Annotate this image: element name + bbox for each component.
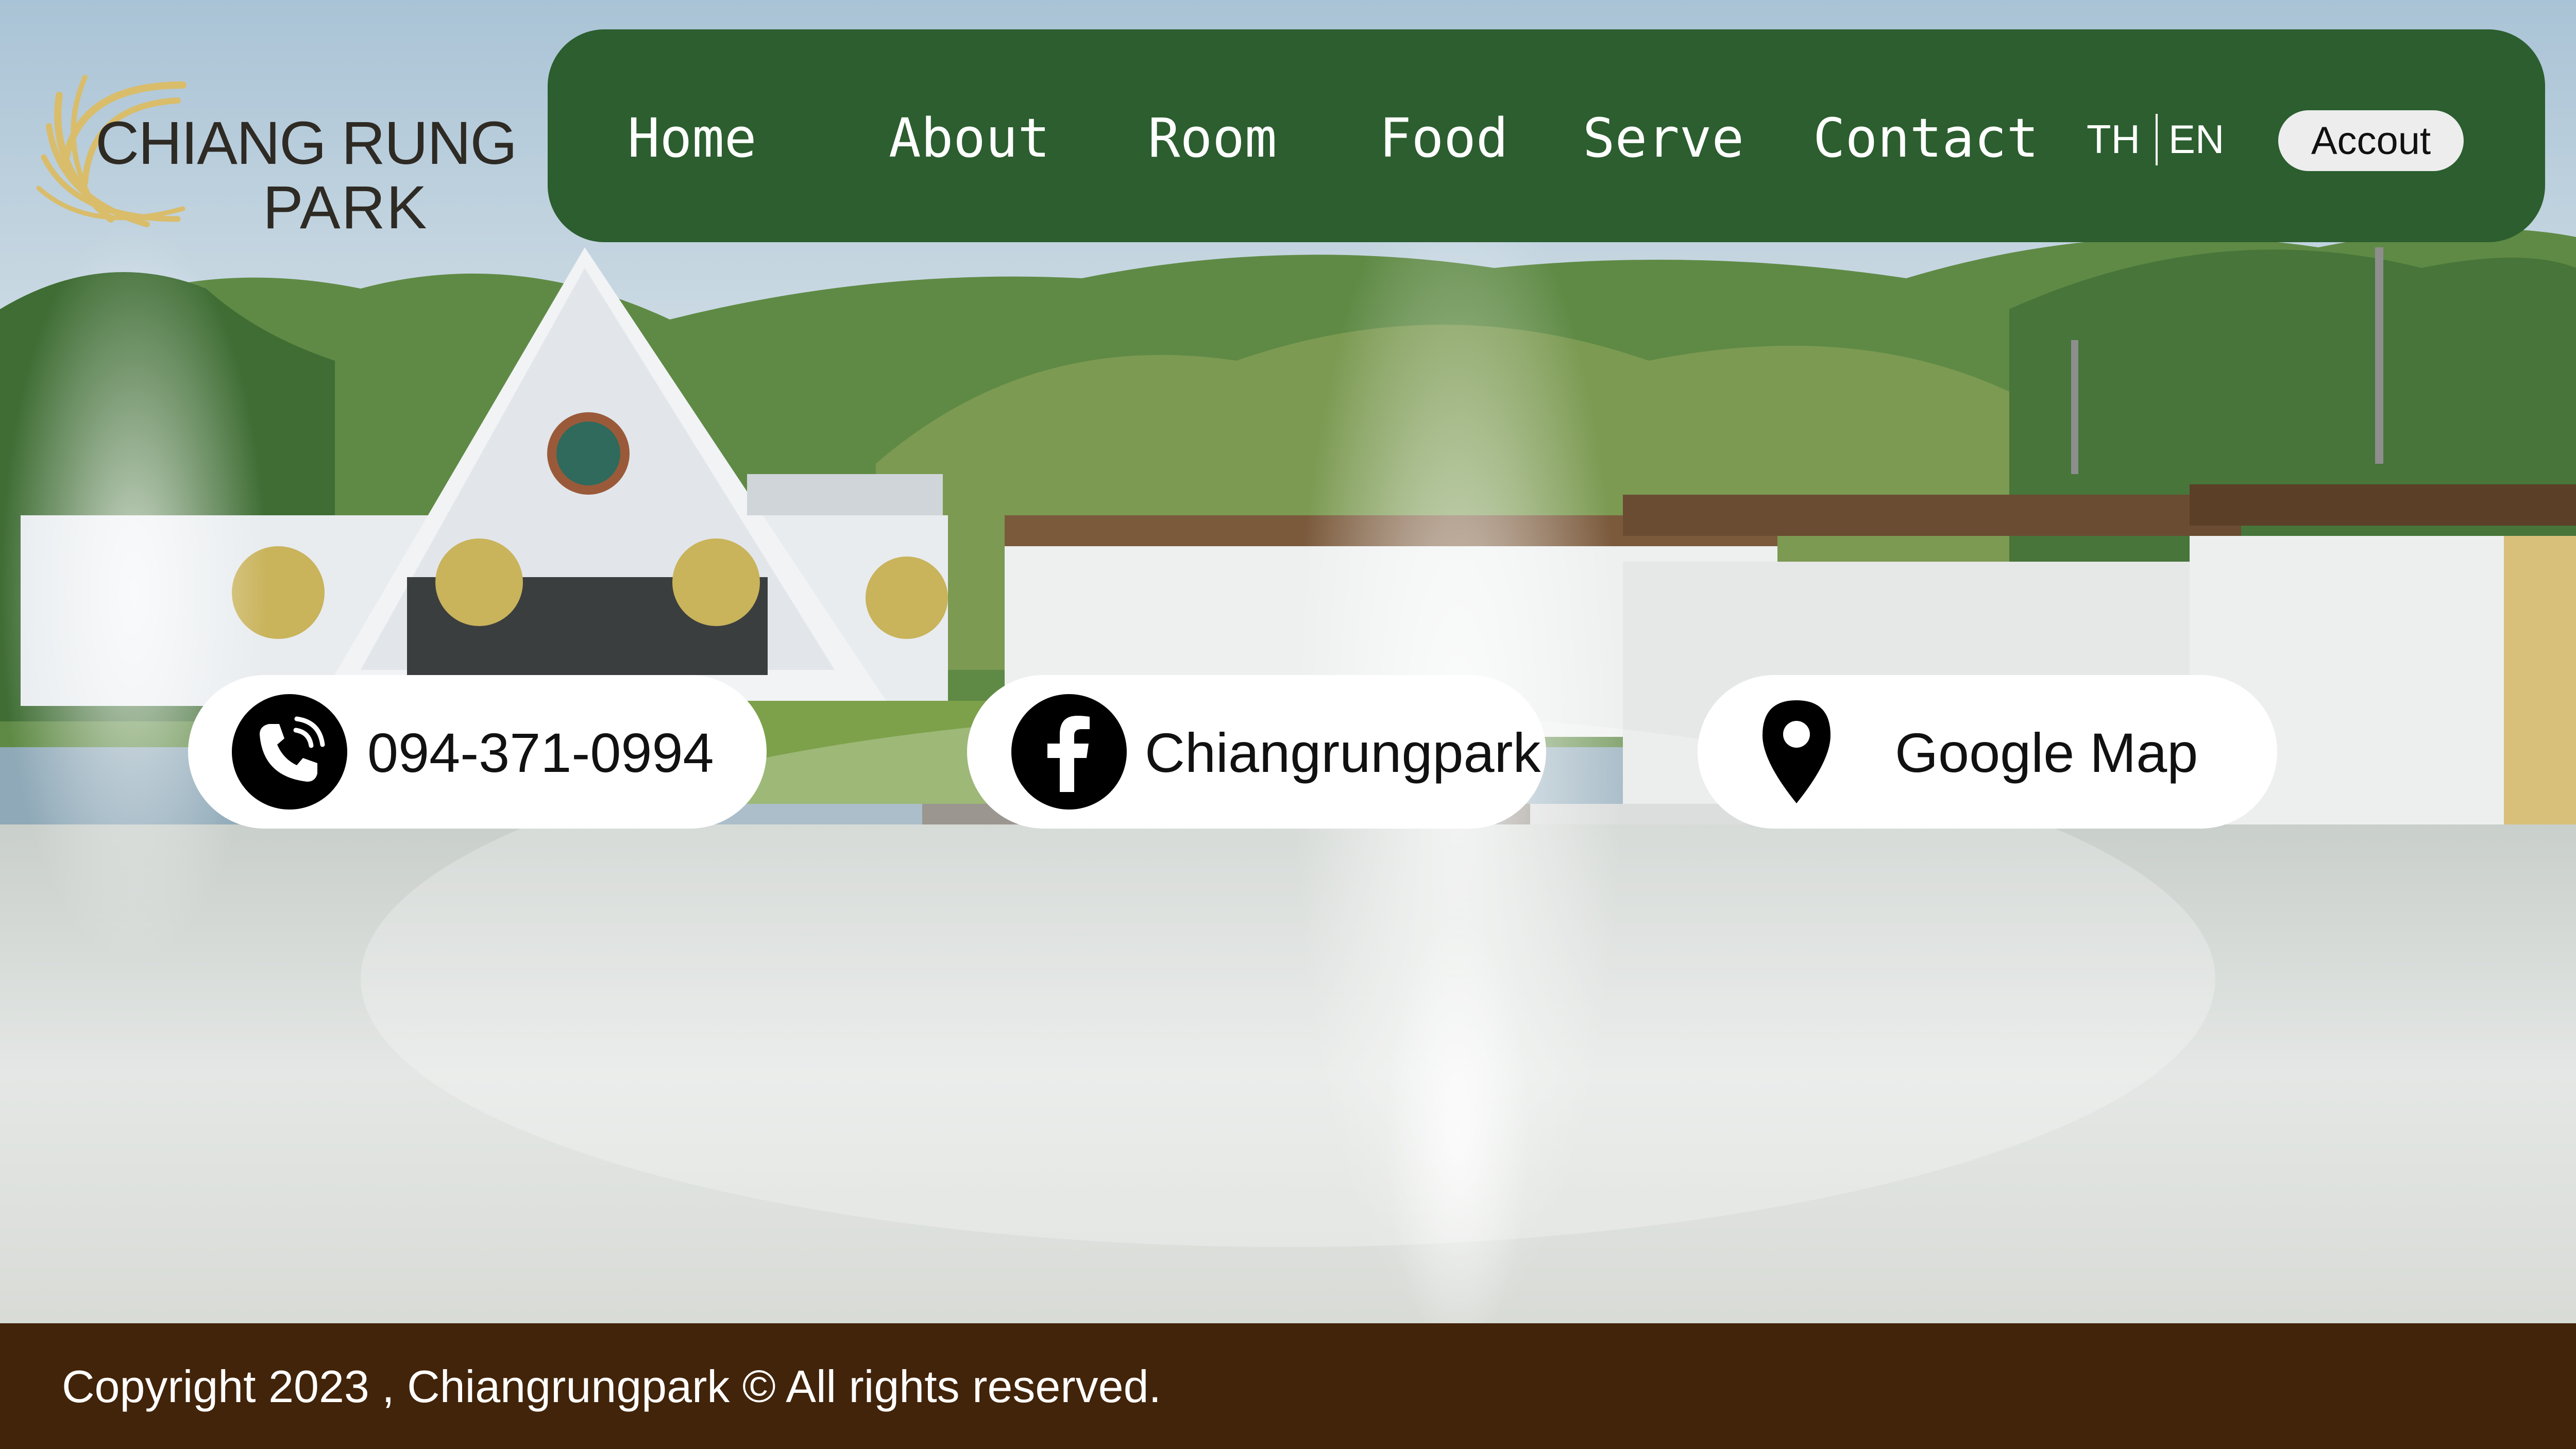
map-pin-icon xyxy=(1762,700,1831,803)
phone-number: 094-371-0994 xyxy=(367,721,714,784)
facebook-icon xyxy=(1011,694,1127,810)
brand-name-line1: CHIANG RUNG xyxy=(95,109,517,177)
brand-logo[interactable]: CHIANG RUNG PARK xyxy=(28,59,517,242)
phone-contact-button[interactable]: 094-371-0994 xyxy=(188,675,767,829)
google-map-label: Google Map xyxy=(1895,721,2198,784)
phone-icon xyxy=(232,694,347,810)
brand-name-line2: PARK xyxy=(263,174,428,242)
lang-en-link[interactable]: EN xyxy=(2168,116,2224,163)
account-button[interactable]: Accout xyxy=(2278,110,2464,171)
nav-room[interactable]: Room xyxy=(1148,107,1277,170)
nav-about[interactable]: About xyxy=(889,107,1050,170)
nav-food[interactable]: Food xyxy=(1379,107,1508,170)
main-navbar: Home About Room Food Serve Contact TH EN… xyxy=(548,29,2545,242)
facebook-page-name: Chiangrungpark xyxy=(1145,721,1541,784)
nav-serve[interactable]: Serve xyxy=(1583,107,1744,170)
google-map-button[interactable]: Google Map xyxy=(1698,675,2277,829)
copyright-text: Copyright 2023 , Chiangrungpark © All ri… xyxy=(62,1361,1161,1412)
nav-contact[interactable]: Contact xyxy=(1813,107,2039,170)
lang-th-link[interactable]: TH xyxy=(2087,116,2140,163)
lang-divider xyxy=(2156,114,2158,165)
footer: Copyright 2023 , Chiangrungpark © All ri… xyxy=(0,1323,2576,1449)
nav-home[interactable]: Home xyxy=(628,107,756,170)
facebook-contact-button[interactable]: Chiangrungpark xyxy=(967,675,1546,829)
